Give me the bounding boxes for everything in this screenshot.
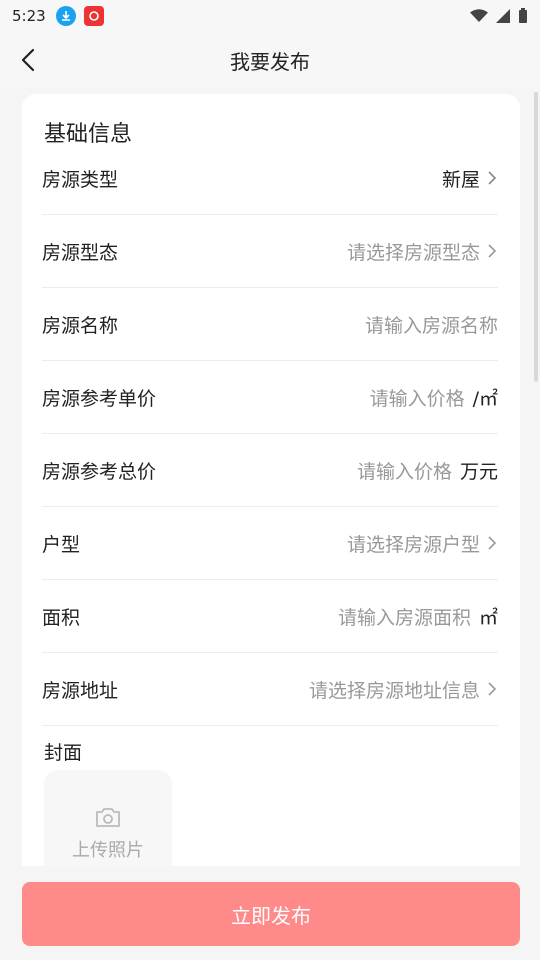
area-input[interactable]: 请输入房源面积 ㎡ bbox=[338, 603, 498, 630]
row-label: 房源参考总价 bbox=[42, 460, 157, 483]
battery-icon bbox=[519, 8, 527, 23]
chevron-right-icon bbox=[488, 536, 497, 550]
unit-price-input[interactable]: 请输入价格 /㎡ bbox=[370, 384, 498, 411]
form-row-total-price[interactable]: 房源参考总价 请输入价格 万元 bbox=[42, 434, 498, 507]
form-row-area[interactable]: 面积 请输入房源面积 ㎡ bbox=[42, 580, 498, 653]
chevron-right-icon bbox=[488, 682, 497, 696]
property-name-input[interactable]: 请输入房源名称 bbox=[365, 311, 498, 338]
total-price-input[interactable]: 请输入价格 万元 bbox=[357, 457, 498, 484]
row-label: 房源型态 bbox=[42, 241, 119, 264]
publish-button[interactable]: 立即发布 bbox=[22, 882, 520, 946]
chevron-right-icon bbox=[488, 171, 497, 185]
layout-select[interactable]: 请选择房源户型 bbox=[347, 530, 498, 557]
row-label: 房源名称 bbox=[42, 314, 119, 337]
form-row-unit-price[interactable]: 房源参考单价 请输入价格 /㎡ bbox=[42, 361, 498, 434]
status-time: 5:23 bbox=[12, 7, 46, 25]
app-notification-icon bbox=[83, 6, 104, 26]
download-notification-icon bbox=[55, 6, 76, 26]
back-arrow-icon bbox=[21, 48, 35, 72]
row-label: 面积 bbox=[42, 606, 81, 629]
unit-label: 万元 bbox=[459, 460, 498, 483]
form-row-property-name[interactable]: 房源名称 请输入房源名称 bbox=[42, 288, 498, 361]
address-select[interactable]: 请选择房源地址信息 bbox=[309, 676, 498, 703]
form-row-address[interactable]: 房源地址 请选择房源地址信息 bbox=[42, 653, 498, 726]
wifi-icon bbox=[470, 9, 488, 22]
row-label: 房源地址 bbox=[42, 679, 119, 702]
row-label: 户型 bbox=[42, 533, 81, 556]
upload-label: 上传照片 bbox=[72, 840, 144, 861]
form-row-property-type[interactable]: 房源类型 新屋 bbox=[42, 142, 498, 215]
property-form-select[interactable]: 请选择房源型态 bbox=[347, 238, 498, 265]
form-row-property-form[interactable]: 房源型态 请选择房源型态 bbox=[42, 215, 498, 288]
top-nav-bar: 我要发布 bbox=[0, 32, 540, 88]
camera-icon bbox=[96, 808, 120, 827]
row-label: 房源参考单价 bbox=[42, 387, 157, 410]
unit-label: ㎡ bbox=[478, 606, 498, 629]
unit-label: /㎡ bbox=[472, 387, 498, 410]
basic-info-card: 基础信息 房源类型 新屋 房源型态 请选择房源型态 房源名称 请输入房源名称 房… bbox=[22, 94, 520, 894]
status-bar: 5:23 bbox=[0, 0, 540, 32]
chevron-right-icon bbox=[488, 244, 497, 258]
row-label: 房源类型 bbox=[42, 168, 119, 191]
cell-signal-icon bbox=[496, 9, 510, 23]
form-row-layout[interactable]: 户型 请选择房源户型 bbox=[42, 507, 498, 580]
page-title: 我要发布 bbox=[230, 49, 310, 74]
property-type-value[interactable]: 新屋 bbox=[442, 165, 498, 192]
back-button[interactable] bbox=[12, 44, 44, 76]
scrollbar[interactable] bbox=[534, 92, 538, 382]
cover-title: 封面 bbox=[44, 742, 83, 764]
